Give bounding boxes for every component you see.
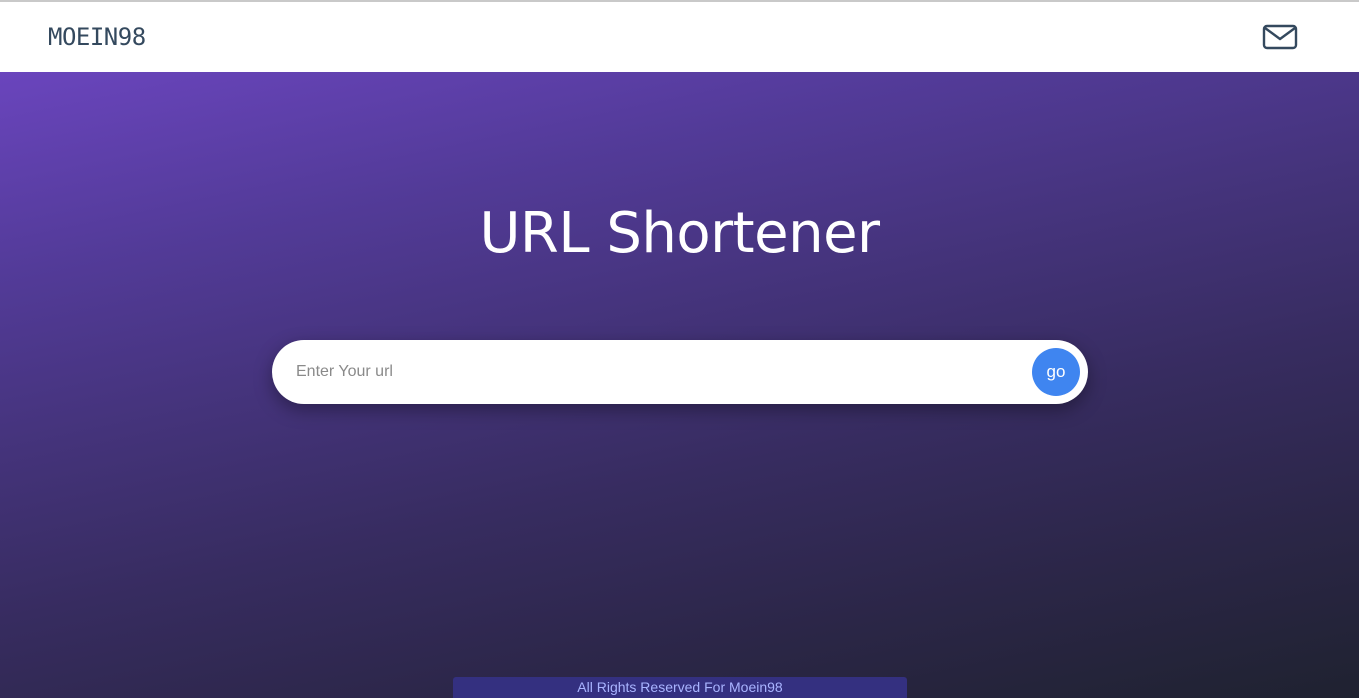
brand-logo[interactable]: MOEIN98 (48, 20, 146, 54)
envelope-icon (1262, 24, 1298, 55)
go-button[interactable]: go (1032, 348, 1080, 396)
footer: All Rights Reserved For Moein98 (453, 677, 907, 698)
url-input[interactable] (296, 352, 1016, 392)
contact-mail-button[interactable] (1262, 23, 1298, 51)
url-form: go (272, 340, 1088, 404)
page-title: URL Shortener (479, 201, 880, 266)
navbar: MOEIN98 (0, 2, 1359, 72)
hero-section: URL Shortener go (0, 72, 1359, 698)
